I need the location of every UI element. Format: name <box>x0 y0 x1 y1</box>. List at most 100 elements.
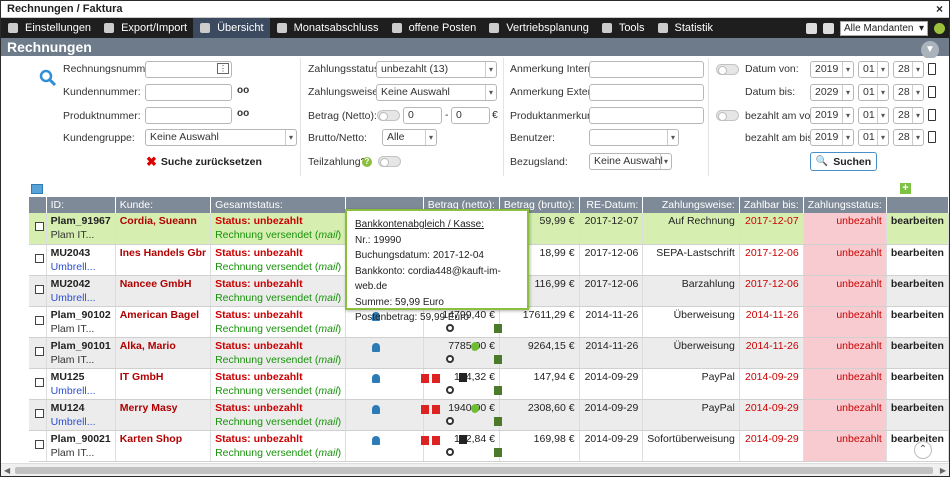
datum-von-day[interactable]: 28 ▾ <box>893 61 924 78</box>
magnifier-icon[interactable] <box>446 447 455 456</box>
customer-cell[interactable]: Karten Shop <box>115 430 212 462</box>
id-cell[interactable]: MU2042 Umbrell... <box>46 275 116 307</box>
person-icon[interactable] <box>372 342 381 352</box>
col-due[interactable]: Zahlbar bis: <box>739 197 804 213</box>
brutto-select[interactable]: Alle ▾ <box>382 129 437 146</box>
col-payment[interactable]: Zahlungsweise: <box>642 197 740 213</box>
person-icon[interactable] <box>372 435 381 445</box>
magnifier-icon[interactable] <box>446 385 455 394</box>
user-icon[interactable] <box>806 22 817 34</box>
mail-icon[interactable] <box>432 404 441 414</box>
calendar-icon[interactable] <box>928 109 936 121</box>
mail-link[interactable]: mail <box>318 323 337 335</box>
row-checkbox[interactable] <box>35 284 44 294</box>
status-icon[interactable] <box>934 22 945 34</box>
table-row[interactable]: MU124 Umbrell... Merry Masy Status: unbezah… <box>29 399 950 431</box>
close-icon[interactable]: × <box>936 3 943 15</box>
menu-vertriebsplanung[interactable]: Vertriebsplanung <box>482 18 595 38</box>
id-cell[interactable]: Plam_90021 Plam IT... <box>46 430 116 462</box>
mail-link[interactable]: mail <box>318 447 337 459</box>
calendar-icon[interactable] <box>928 86 936 98</box>
customer-name[interactable]: Karten Shop <box>120 433 182 445</box>
scrollbar-thumb[interactable] <box>15 467 933 474</box>
row-checkbox[interactable] <box>35 439 44 449</box>
document-icon[interactable] <box>494 385 503 395</box>
datum-bis-year[interactable]: 2029 ▾ <box>810 84 854 101</box>
rechnungsnummer-input[interactable]: ⋮ <box>145 61 232 78</box>
edit-button[interactable]: bearbeiten <box>886 244 950 276</box>
search-button[interactable]: 🔍 Suchen <box>810 152 877 171</box>
mandant-short[interactable]: Plam IT... <box>51 446 111 460</box>
customer-cell[interactable]: Alka, Mario <box>115 337 212 369</box>
datum-von-year[interactable]: 2019 ▾ <box>810 61 854 78</box>
calendar-icon[interactable] <box>928 131 936 143</box>
mandant-short[interactable]: Plam IT... <box>51 322 111 336</box>
table-row[interactable]: Plam_90101 Plam IT... Alka, Mario Status: u… <box>29 337 950 369</box>
kundennummer-input[interactable] <box>145 84 232 101</box>
document-icon[interactable] <box>494 416 503 426</box>
horizontal-scrollbar[interactable]: ◀ ▶ <box>1 463 949 476</box>
invoice-id[interactable]: Plam_90021 <box>51 432 111 446</box>
invoice-id[interactable]: MU124 <box>51 401 111 415</box>
row-checkbox[interactable] <box>35 408 44 418</box>
document-icon[interactable] <box>494 354 503 364</box>
mandant-short[interactable]: Umbrell... <box>51 415 111 429</box>
mail-link[interactable]: mail <box>318 229 337 241</box>
customer-name[interactable]: Cordia, Sueann <box>120 215 197 227</box>
mail-icon[interactable] <box>432 373 441 383</box>
anm-extern-input[interactable] <box>589 84 704 101</box>
customer-name[interactable]: Merry Masy <box>120 402 178 414</box>
row-checkbox[interactable] <box>35 222 44 231</box>
mandant-short[interactable]: Plam IT... <box>51 228 111 242</box>
invoice-id[interactable]: MU125 <box>51 370 111 384</box>
mail-link[interactable]: mail <box>318 385 337 397</box>
menu-statistik[interactable]: Statistik <box>651 18 720 38</box>
mail-link[interactable]: mail <box>318 354 337 366</box>
invoice-id[interactable]: Plam_91967 <box>51 214 111 228</box>
row-checkbox[interactable] <box>35 253 44 263</box>
menu-monatsabschluss[interactable]: Monatsabschluss <box>270 18 385 38</box>
mail-link[interactable]: mail <box>318 292 337 304</box>
zahlungsweise-select[interactable]: Keine Auswahl ▾ <box>376 84 497 101</box>
edit-button[interactable]: bearbeiten <box>886 306 950 338</box>
table-tools-icon[interactable] <box>31 184 43 194</box>
edit-button[interactable]: bearbeiten <box>886 213 950 245</box>
refresh-icon[interactable] <box>471 403 480 413</box>
bezahlt-von-year[interactable]: 2019 ▾ <box>810 107 854 124</box>
menu-uebersicht[interactable]: Übersicht <box>193 18 270 38</box>
datum-bis-month[interactable]: 01 ▾ <box>858 84 889 101</box>
id-cell[interactable]: MU124 Umbrell... <box>46 399 116 431</box>
row-checkbox[interactable] <box>35 315 44 325</box>
mandant-short[interactable]: Umbrell... <box>51 260 111 274</box>
invoice-id[interactable]: Plam_90101 <box>51 339 111 353</box>
list-icon[interactable]: ⋮ <box>217 63 229 74</box>
produktnummer-input[interactable] <box>145 107 232 124</box>
bezahlt-toggle[interactable] <box>716 110 739 121</box>
table-row[interactable]: Plam_90021 Plam IT... Karten Shop Status: u… <box>29 430 950 462</box>
magnifier-icon[interactable] <box>446 354 455 363</box>
menu-offene-posten[interactable]: offene Posten <box>385 18 483 38</box>
invoice-id[interactable]: MU2043 <box>51 246 111 260</box>
customer-name[interactable]: American Bagel <box>120 309 199 321</box>
table-row[interactable]: MU125 Umbrell... IT GmbH Status: unbezahlt R… <box>29 368 950 400</box>
customer-name[interactable]: Ines Handels Gbr <box>120 247 206 259</box>
mandant-select[interactable]: Alle Mandanten ▾ <box>840 20 928 36</box>
kundengruppe-select[interactable]: Keine Auswahl ▾ <box>145 129 297 146</box>
datum-von-month[interactable]: 01 ▾ <box>858 61 889 78</box>
reset-search-button[interactable]: ✖ Suche zurücksetzen <box>146 154 262 170</box>
datum-bis-day[interactable]: 28 ▾ <box>893 84 924 101</box>
edit-button[interactable]: bearbeiten <box>886 337 950 369</box>
person-icon[interactable] <box>372 404 381 414</box>
row-checkbox[interactable] <box>35 377 44 387</box>
edit-button[interactable]: bearbeiten <box>886 275 950 307</box>
customer-cell[interactable]: Nancee GmbH <box>115 275 212 307</box>
bezahlt-von-month[interactable]: 01 ▾ <box>858 107 889 124</box>
customer-cell[interactable]: Cordia, Sueann <box>115 213 212 245</box>
id-cell[interactable]: Plam_91967 Plam IT... <box>46 213 116 245</box>
collapse-icon[interactable]: ▼ <box>921 41 939 59</box>
col-zstatus[interactable]: Zahlungsstatus: <box>803 197 887 213</box>
edit-button[interactable]: bearbeiten <box>886 399 950 431</box>
calendar-icon[interactable] <box>928 63 936 75</box>
betrag-to-input[interactable]: 0 <box>451 107 490 124</box>
col-kunde[interactable]: Kunde: <box>115 197 212 213</box>
